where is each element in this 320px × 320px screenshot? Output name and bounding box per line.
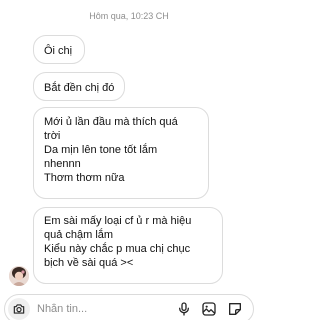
camera-button[interactable]: [8, 298, 30, 320]
message-text: Thơm thơm nữa: [44, 172, 125, 184]
sender-avatar[interactable]: [9, 266, 29, 286]
message-bubble[interactable]: Ôi chị: [33, 35, 85, 64]
message-bubble[interactable]: Mới ủ lần đầu mà thích quá trời Da mịn l…: [33, 107, 209, 199]
message-text: Mới ủ lần đầu mà thích quá: [44, 116, 178, 128]
message-text: quả chậm lắm: [44, 229, 114, 241]
sticker-button[interactable]: [226, 300, 244, 318]
gallery-icon: [202, 302, 216, 316]
message-text: nhennn: [44, 158, 81, 170]
gallery-button[interactable]: [200, 300, 218, 318]
message-bubble[interactable]: Em sài mấy loại cf ủ r mà hiệu quả chậm …: [33, 207, 223, 284]
camera-icon: [13, 304, 25, 314]
message-text: trời: [44, 130, 61, 142]
message-text: Kiểu này chắc p mua chị chục: [44, 243, 191, 255]
message-text: Da mịn lên tone tốt lắm: [44, 144, 158, 156]
message-text: bịch về sài quá ><: [44, 257, 134, 269]
message-text: Ôi chị: [44, 45, 73, 57]
sticker-icon: [229, 303, 241, 315]
message-text: Em sài mấy loại cf ủ r mà hiệu: [44, 215, 192, 227]
thread-timestamp: Hôm qua, 10:23 CH: [89, 11, 169, 21]
message-bubble[interactable]: Bắt đền chị đó: [33, 72, 125, 101]
message-text: Bắt đền chị đó: [44, 82, 115, 94]
microphone-icon: [179, 302, 189, 316]
message-input[interactable]: [37, 300, 157, 318]
message-composer: [4, 294, 254, 320]
microphone-button[interactable]: [175, 300, 193, 318]
